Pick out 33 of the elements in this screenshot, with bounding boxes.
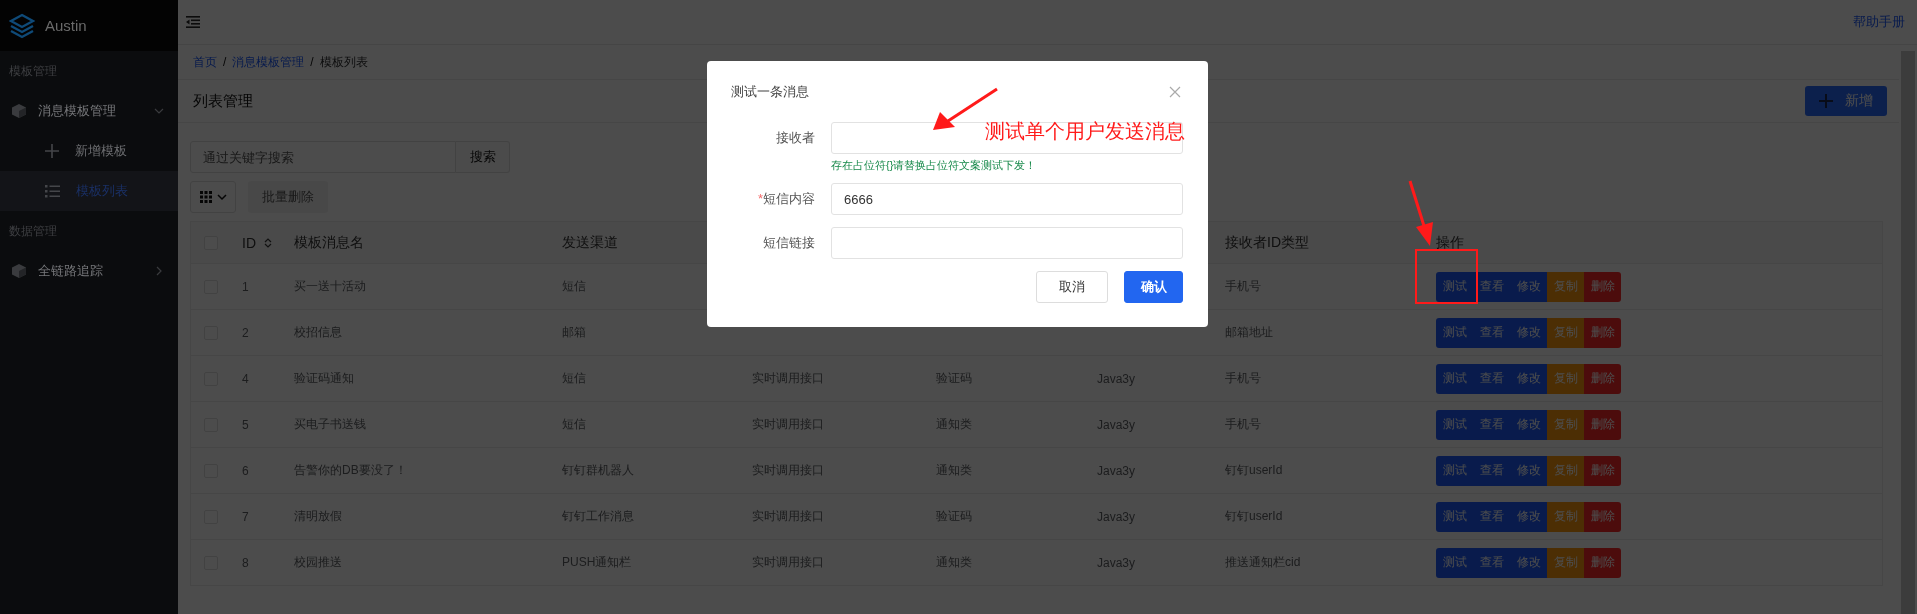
- breadcrumb-item[interactable]: 模板列表: [319, 53, 368, 71]
- breadcrumb-item[interactable]: 首页: [193, 53, 217, 71]
- page-title: 列表管理: [193, 91, 253, 111]
- column-header: 操作: [1436, 233, 1464, 252]
- cube-icon: [11, 263, 27, 279]
- breadcrumb-separator: /: [310, 55, 314, 69]
- annotation-arrow: [1408, 180, 1433, 246]
- cancel-button[interactable]: 取消: [1036, 271, 1108, 303]
- field-label: 短信链接: [762, 234, 815, 252]
- plus-icon: [45, 144, 59, 158]
- field-label: 接收者: [775, 129, 815, 147]
- submenu-item[interactable]: 模板列表: [0, 171, 178, 211]
- submenu-item[interactable]: 新增模板: [0, 131, 178, 171]
- dialog-title: 测试一条消息: [731, 82, 809, 101]
- highlight-box: [1415, 249, 1478, 304]
- breadcrumb-separator: /: [223, 55, 227, 69]
- brand-name: Austin: [45, 17, 87, 34]
- annotation-text: 测试单个用户发送消息: [985, 119, 1185, 144]
- menu-item[interactable]: 消息模板管理: [0, 91, 178, 131]
- menu-item[interactable]: 全链路追踪: [0, 251, 178, 291]
- cube-icon: [11, 103, 27, 119]
- close-icon[interactable]: [1169, 85, 1181, 98]
- field-label: *短信内容: [756, 190, 815, 208]
- column-header: 模板消息名: [294, 233, 364, 252]
- input-field[interactable]: [831, 227, 1183, 259]
- layers-logo-icon: [9, 12, 35, 39]
- column-header: 接收者ID类型: [1225, 233, 1309, 252]
- column-header: 发送渠道: [562, 233, 618, 252]
- column-header: ID: [242, 234, 256, 251]
- input-field[interactable]: 6666: [831, 183, 1183, 215]
- hint-text: 存在占位符{}请替换占位符文案测试下发！: [831, 158, 1038, 173]
- confirm-button[interactable]: 确认: [1124, 271, 1183, 303]
- list-icon: [45, 184, 60, 198]
